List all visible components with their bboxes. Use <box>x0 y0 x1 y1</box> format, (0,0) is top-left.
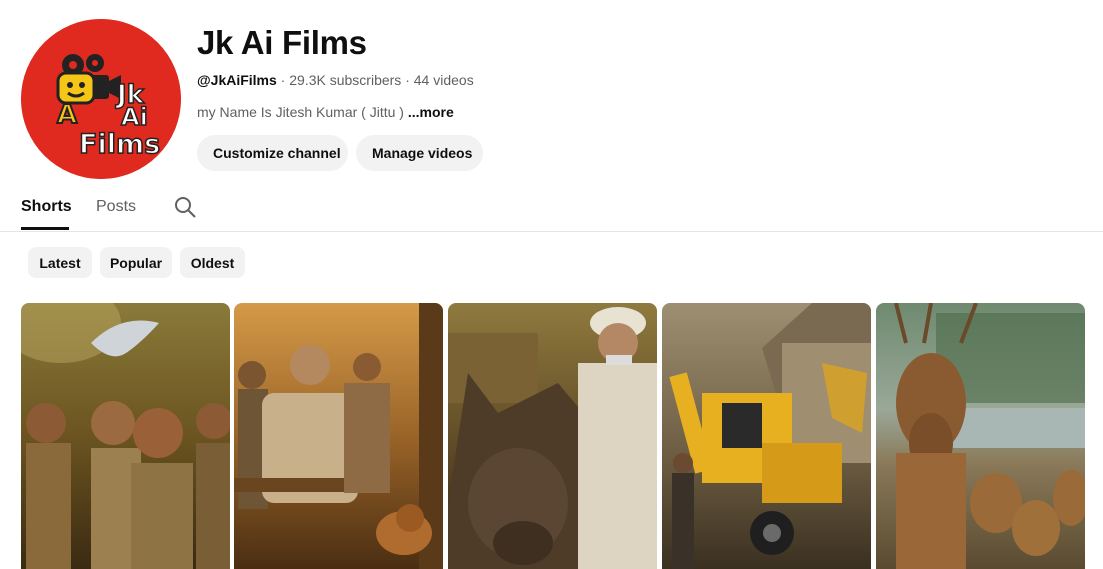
filter-popular[interactable]: Popular <box>100 247 172 278</box>
tab-posts[interactable]: Posts <box>96 198 136 216</box>
description-text: my Name Is Jitesh Kumar ( Jittu ) <box>197 104 404 120</box>
filter-oldest[interactable]: Oldest <box>180 247 245 278</box>
short-thumbnail-1[interactable] <box>21 303 230 569</box>
svg-text:A: A <box>57 100 77 130</box>
channel-tabs: Shorts Posts <box>0 187 1103 232</box>
short-thumbnail-3[interactable] <box>448 303 657 569</box>
channel-logo: A Jk Ai Films <box>21 19 181 179</box>
video-count: 44 videos <box>413 72 474 88</box>
short-thumbnail-5[interactable] <box>876 303 1085 569</box>
search-icon[interactable] <box>173 195 197 219</box>
logo-text-films: Films <box>79 129 160 160</box>
logo-text-ai: Ai <box>121 103 148 131</box>
short-thumbnail-4[interactable] <box>662 303 871 569</box>
filter-latest[interactable]: Latest <box>28 247 92 278</box>
customize-channel-button[interactable]: Customize channel <box>197 135 348 171</box>
more-link[interactable]: ...more <box>408 104 454 120</box>
channel-meta: @JkAiFilms · 29.3K subscribers · 44 vide… <box>197 72 474 88</box>
meta-separator-1: · <box>276 72 290 88</box>
manage-videos-button[interactable]: Manage videos <box>356 135 483 171</box>
tab-shorts[interactable]: Shorts <box>21 198 72 216</box>
active-tab-indicator <box>21 227 69 230</box>
short-thumbnail-2[interactable] <box>234 303 443 569</box>
channel-name: Jk Ai Films <box>197 24 367 61</box>
meta-separator-2: · <box>401 72 414 88</box>
channel-handle: @JkAiFilms <box>197 72 277 88</box>
channel-description[interactable]: my Name Is Jitesh Kumar ( Jittu ) ...mor… <box>197 104 454 120</box>
channel-avatar[interactable]: A Jk Ai Films <box>21 19 181 179</box>
subscriber-count: 29.3K subscribers <box>289 72 402 88</box>
